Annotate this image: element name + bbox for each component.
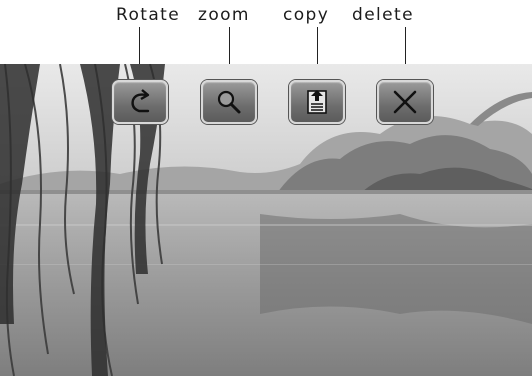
zoom-label: zoom	[198, 5, 250, 25]
delete-label: delete	[352, 5, 414, 25]
zoom-button[interactable]	[201, 80, 257, 124]
rotate-label: Rotate	[116, 5, 181, 25]
rotate-button[interactable]	[112, 80, 168, 124]
copy-button[interactable]	[289, 80, 345, 124]
close-icon	[393, 90, 417, 114]
toolbar-labels: Rotate zoom copy delete	[0, 0, 532, 66]
rotate-icon	[131, 89, 150, 113]
magnifier-icon	[217, 90, 241, 114]
copy-label: copy	[283, 5, 330, 25]
delete-button[interactable]	[377, 80, 433, 124]
lake-photo	[0, 64, 532, 376]
copy-icon	[307, 90, 327, 114]
